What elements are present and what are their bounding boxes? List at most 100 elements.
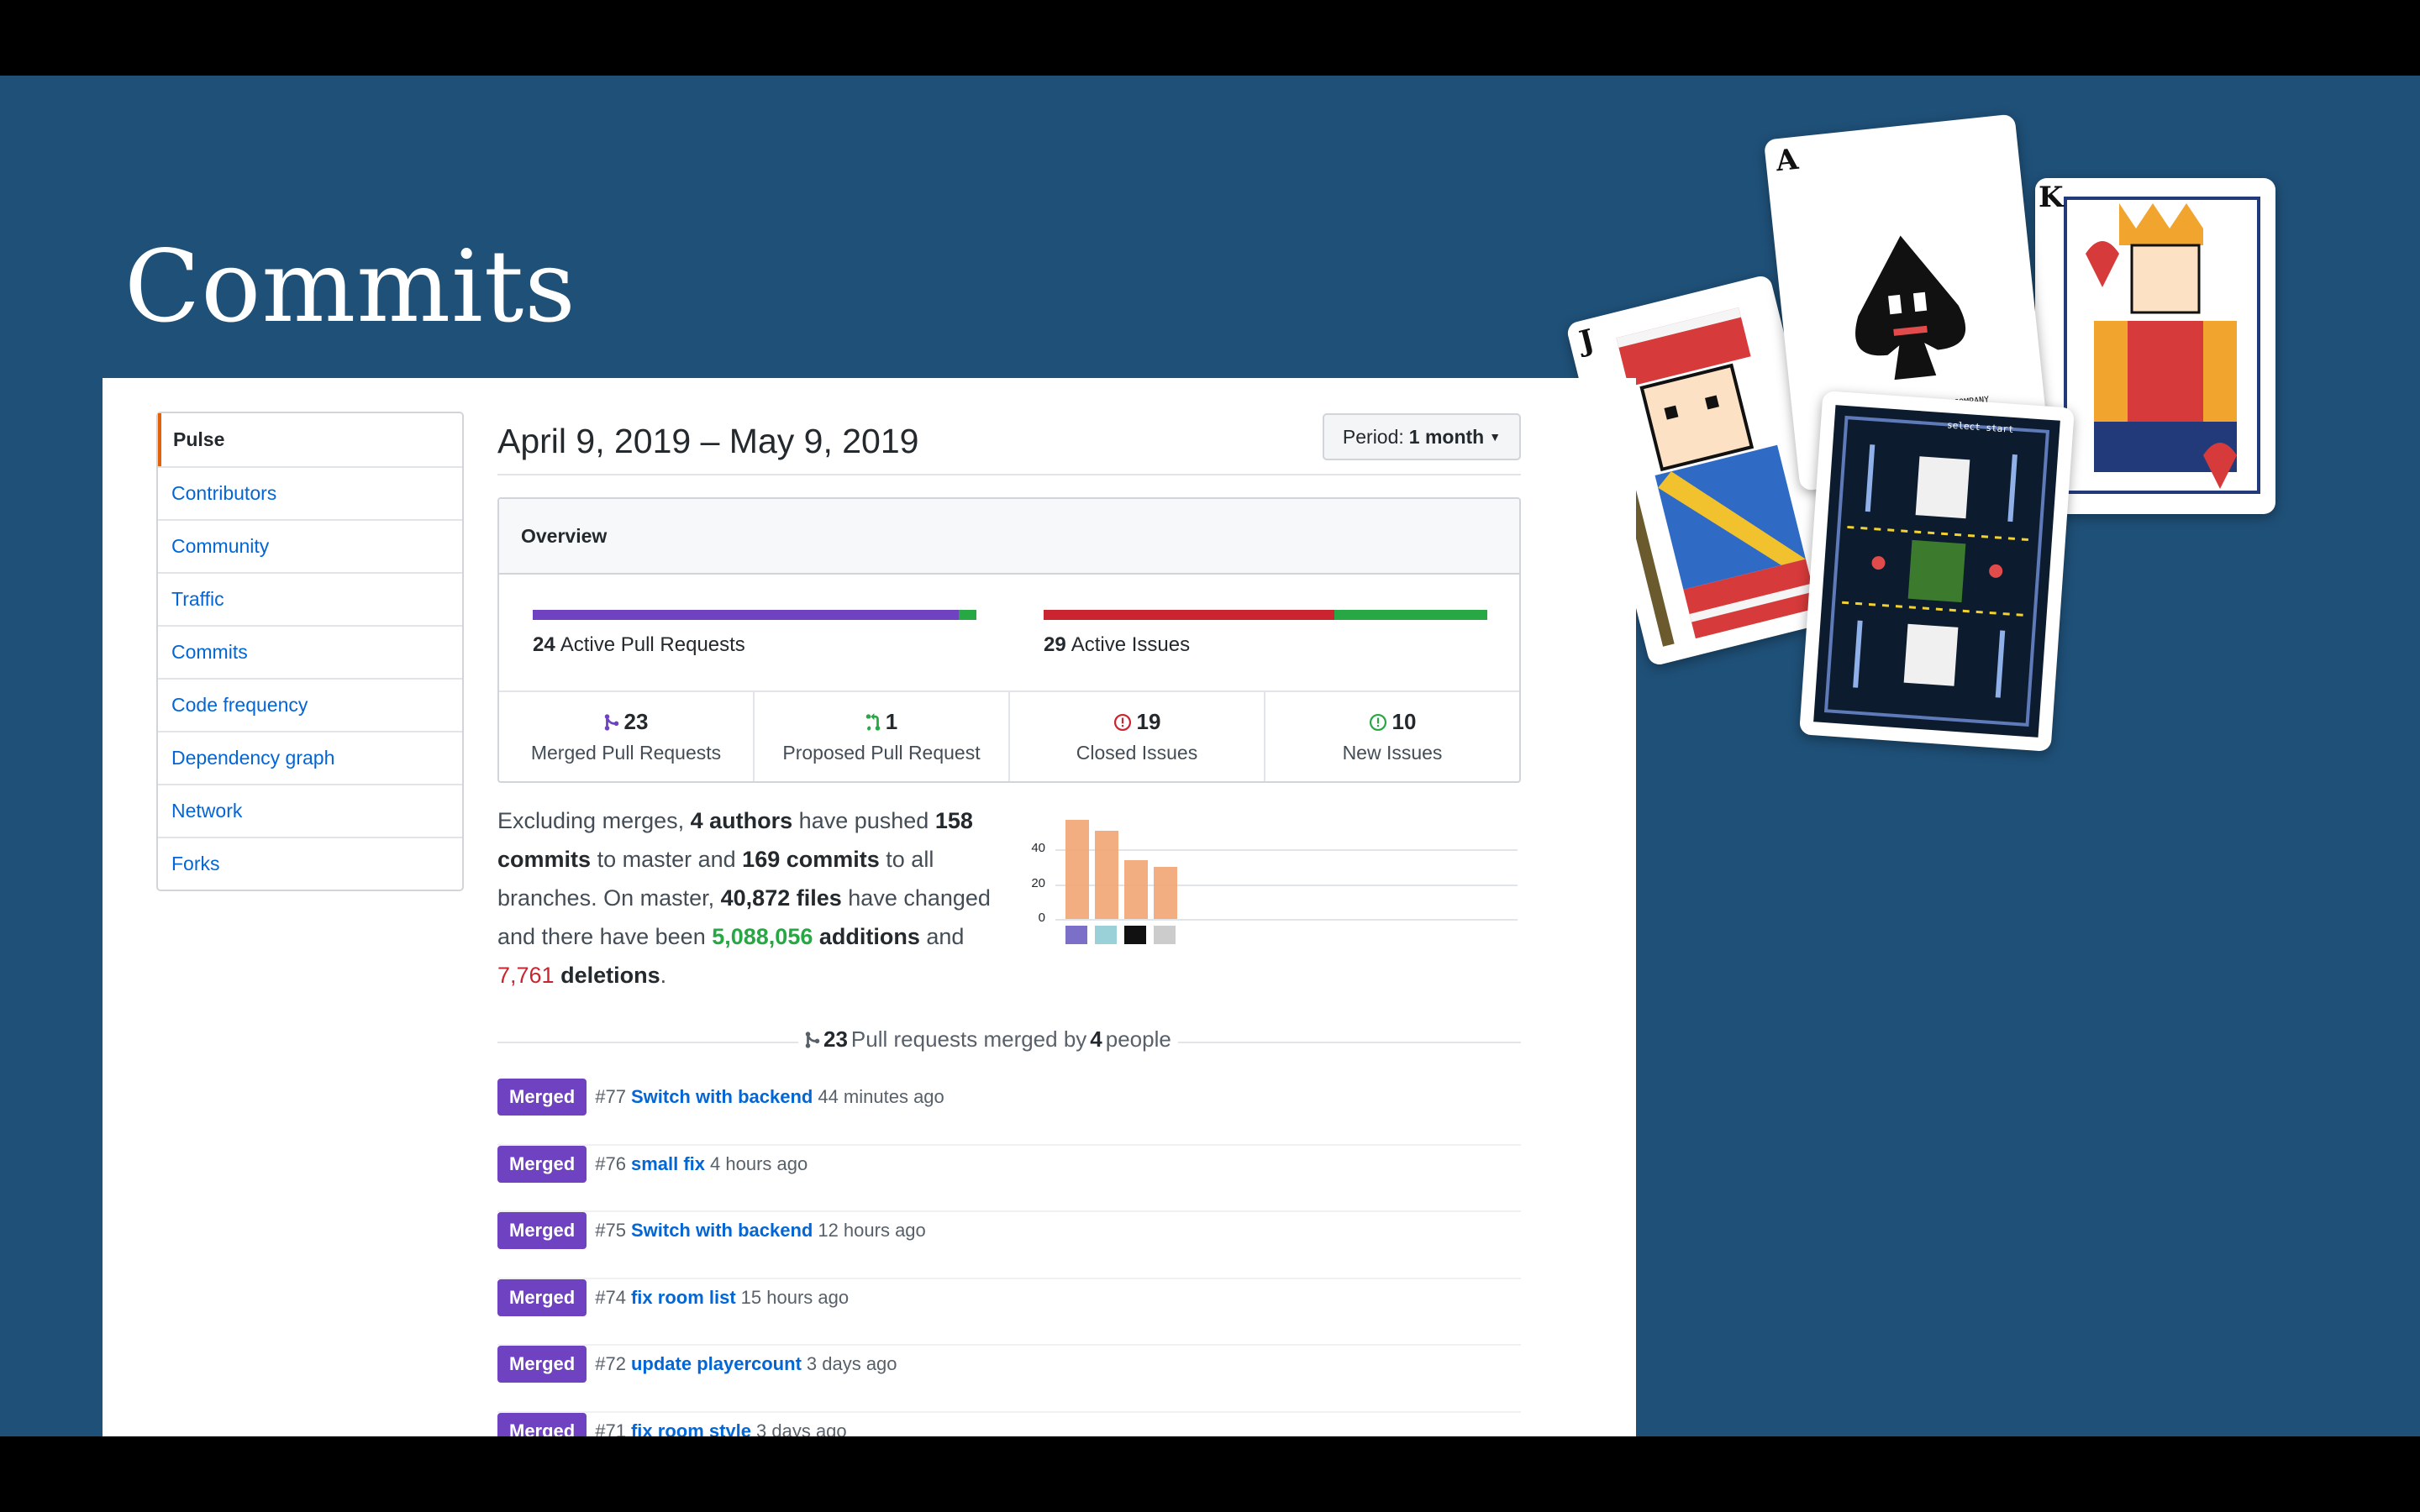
period-label: Period:: [1342, 425, 1404, 448]
merged-badge: Merged: [497, 1212, 587, 1249]
period-dropdown-button[interactable]: Period: 1 month ▼: [1323, 413, 1521, 460]
open-segment: [958, 610, 976, 620]
pull-request-row: Merged #74 fix room list 15 hours ago: [497, 1278, 1521, 1346]
closed-segment: [1044, 610, 1334, 620]
king-card: K: [2035, 178, 2275, 514]
stat-merged-pull-requests[interactable]: 23 Merged Pull Requests: [499, 692, 753, 781]
merged-pr-icon: [805, 1031, 820, 1048]
commits-by-author-chart: 0 20 40: [1020, 815, 1524, 944]
merged-badge: Merged: [497, 1346, 587, 1383]
pull-request-time: 4 hours ago: [710, 1152, 808, 1174]
stat-label: Closed Issues: [1076, 742, 1198, 764]
overview-stats-row: 23 Merged Pull Requests 1 Proposed Pull …: [499, 690, 1519, 781]
pull-request-title-link[interactable]: fix room list: [631, 1287, 736, 1309]
author-avatar[interactable]: [1154, 926, 1176, 944]
pull-request-title-link[interactable]: Switch with backend: [631, 1086, 813, 1108]
pull-request-row: Merged #77 Switch with backend 44 minutes a…: [497, 1079, 1521, 1146]
stat-value: 23: [623, 709, 649, 734]
pull-requests-ratio-bar: [533, 610, 976, 620]
summary-commits-all: 169 commits: [742, 847, 880, 872]
sidebar-item-code-frequency[interactable]: Code frequency: [158, 678, 462, 731]
issues-ratio-bar: [1044, 610, 1487, 620]
author-avatar[interactable]: [1065, 926, 1087, 944]
chart-bar[interactable]: [1154, 867, 1177, 919]
card-back-artwork: [1813, 405, 2060, 738]
pull-request-row: Merged #76 small fix 4 hours ago: [497, 1145, 1521, 1212]
stat-new-issues[interactable]: 10 New Issues: [1264, 692, 1519, 781]
overview-panel: Overview 24 Active Pull Requests 29 Active…: [497, 497, 1521, 783]
author-avatar[interactable]: [1124, 926, 1146, 944]
chart-bar[interactable]: [1095, 830, 1118, 919]
pull-request-time: 15 hours ago: [740, 1286, 850, 1308]
pull-request-number: #75: [595, 1220, 626, 1241]
open-pr-icon: [865, 712, 881, 731]
pull-request-number: #71: [595, 1420, 626, 1437]
sidebar-item-commits[interactable]: Commits: [158, 625, 462, 678]
pull-requests-heading: 23 Pull requests merged by 4 people: [798, 1026, 1178, 1053]
pull-request-title-link[interactable]: small fix: [631, 1153, 705, 1175]
ace-corner: A: [1774, 142, 1800, 179]
summary-additions-word: additions: [818, 924, 920, 949]
merged-badge: Merged: [497, 1145, 587, 1183]
date-range-title: April 9, 2019 – May 9, 2019: [497, 422, 919, 460]
pull-request-number: #77: [595, 1086, 626, 1107]
pull-requests-heading-end: people: [1105, 1026, 1171, 1052]
summary-authors: 4 authors: [690, 808, 793, 833]
sidebar-item-community[interactable]: Community: [158, 519, 462, 572]
sidebar-item-forks[interactable]: Forks: [158, 837, 462, 890]
summary-text: to master and: [597, 847, 736, 872]
chart-gridline: [1055, 849, 1518, 852]
stat-label: Merged Pull Requests: [530, 742, 722, 764]
chart-bar[interactable]: [1065, 820, 1089, 919]
overview-heading: Overview: [499, 499, 1519, 575]
active-issues-count: 29: [1044, 633, 1066, 656]
people-count: 4: [1090, 1026, 1102, 1052]
merged-badge: Merged: [497, 1412, 587, 1436]
stat-value: 10: [1392, 709, 1417, 734]
chart-tick-label: 20: [1031, 875, 1045, 890]
header-divider: [497, 474, 1521, 475]
sidebar-item-dependency-graph[interactable]: Dependency graph: [158, 731, 462, 784]
card-back: select start: [1799, 391, 2075, 752]
stat-value: 19: [1136, 709, 1161, 734]
slide: Commits J K A select start Pulse Contrib…: [0, 76, 2420, 1436]
active-issues-label: Active Issues: [1071, 633, 1191, 656]
pull-request-time: 44 minutes ago: [818, 1086, 944, 1107]
author-avatar[interactable]: [1095, 926, 1117, 944]
stat-label: New Issues: [1342, 742, 1443, 764]
sidebar-item-pulse[interactable]: Pulse: [158, 413, 462, 466]
active-pr-count: 24: [533, 633, 555, 656]
open-issue-icon: [1369, 713, 1386, 731]
pull-request-title-link[interactable]: update playercount: [631, 1353, 802, 1375]
chart-bar[interactable]: [1124, 859, 1148, 919]
pull-requests-count: 23: [823, 1026, 848, 1052]
closed-issue-icon: [1113, 713, 1131, 731]
merged-badge: Merged: [497, 1079, 587, 1116]
summary-text: .: [660, 963, 667, 988]
pull-request-time: 3 days ago: [756, 1420, 847, 1437]
stat-proposed-pull-request[interactable]: 1 Proposed Pull Request: [753, 692, 1008, 781]
merged-segment: [533, 610, 959, 620]
merged-pull-requests-list: Merged #77 Switch with backend 44 minutes a…: [497, 1079, 1521, 1436]
pull-requests-heading-text: Pull requests merged by: [850, 1026, 1087, 1052]
summary-text: Excluding merges,: [497, 808, 685, 833]
chart-tick-label: 0: [1038, 911, 1045, 925]
pull-request-number: #74: [595, 1286, 626, 1308]
pull-request-row: Merged #72 update playercount 3 days ago: [497, 1346, 1521, 1413]
commit-summary: Excluding merges, 4 authors have pushed …: [497, 801, 1002, 995]
king-corner: K: [2039, 181, 2064, 214]
summary-deletions-count: 7,761: [497, 963, 555, 988]
pull-request-title-link[interactable]: fix room style: [631, 1420, 751, 1437]
sidebar-item-network[interactable]: Network: [158, 784, 462, 837]
pull-request-title-link[interactable]: Switch with backend: [631, 1220, 813, 1242]
summary-files: 40,872 files: [720, 885, 842, 911]
sidebar-item-traffic[interactable]: Traffic: [158, 572, 462, 625]
sidebar-item-contributors[interactable]: Contributors: [158, 466, 462, 519]
stat-closed-issues[interactable]: 19 Closed Issues: [1008, 692, 1264, 781]
merged-badge: Merged: [497, 1278, 587, 1316]
summary-additions-count: 5,088,056: [712, 924, 813, 949]
active-issues-caption[interactable]: 29 Active Issues: [1044, 633, 1190, 657]
pull-request-time: 3 days ago: [806, 1353, 897, 1374]
pull-request-row: Merged #71 fix room style 3 days ago: [497, 1412, 1521, 1437]
active-pull-requests-caption[interactable]: 24 Active Pull Requests: [533, 633, 745, 657]
